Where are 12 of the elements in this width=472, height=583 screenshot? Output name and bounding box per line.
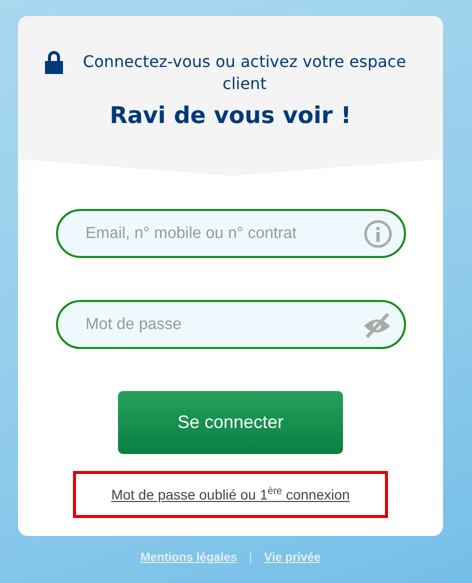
header-subtitle: Connectez-vous ou activez votre espace client bbox=[82, 51, 408, 95]
login-button[interactable]: Se connecter bbox=[118, 391, 343, 454]
eye-slash-icon[interactable] bbox=[362, 310, 392, 338]
text-input[interactable]: Email, n° mobile ou n° contrat bbox=[84, 224, 364, 244]
lock-icon bbox=[44, 50, 64, 74]
header-title: Ravi de vous voir ! bbox=[108, 103, 352, 129]
info-icon[interactable] bbox=[364, 220, 392, 248]
forgot-password-link[interactable]: Mot de passe oublié ou 1$^{ère}$ connexion bbox=[111, 486, 350, 503]
text-input[interactable]: Mot de passe bbox=[84, 314, 362, 334]
separator: | bbox=[249, 550, 252, 564]
input-field[interactable]: Email, n° mobile ou n° contrat bbox=[56, 209, 406, 258]
input-field[interactable]: Mot de passe bbox=[56, 300, 406, 349]
